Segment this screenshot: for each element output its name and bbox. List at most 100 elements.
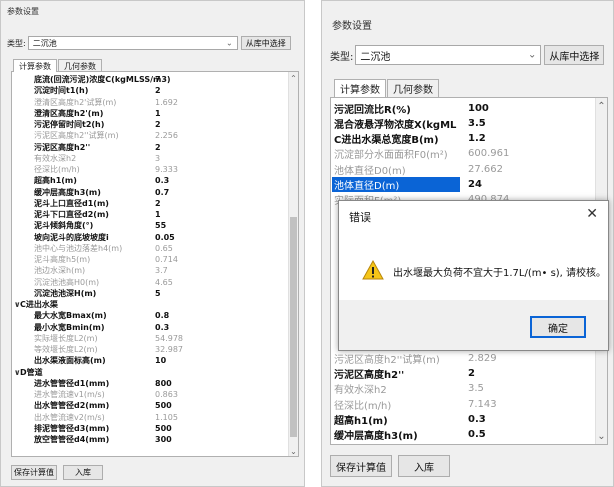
param-value[interactable]: 500 [155,401,172,410]
right-store-button[interactable]: 入库 [398,455,450,477]
param-value[interactable]: 2 [155,199,161,208]
param-value[interactable]: 800 [155,379,172,388]
param-row[interactable]: 缓冲层高度h3(m) 0.5 [331,427,607,442]
param-label: 进水管管径d1(mm) [34,378,110,388]
param-value[interactable]: 3.5 [468,118,486,129]
left-choose-from-library-button[interactable]: 从库中选择 [240,36,291,50]
param-row[interactable]: 污泥区高度h2''试算(m) 2.829 [331,351,607,366]
scroll-up-arrow-icon[interactable]: ⌃ [289,74,298,83]
param-row[interactable]: 有效水深h2 3.5 [331,381,607,396]
param-value[interactable]: 2 [468,368,475,379]
param-row[interactable]: 超高h1(m) 0.3 [331,412,607,427]
param-row[interactable]: 底流(回流污泥)浓度C(kgMLSS/m3) 7 [12,74,298,85]
right-tab-geometry[interactable]: 几何参数 [387,79,439,97]
param-value[interactable]: 0.3 [155,176,169,185]
param-row[interactable]: 进水管管径d1(mm) 800 [12,378,298,389]
param-row[interactable]: 污泥停留时间t2(h) 2 [12,119,298,130]
param-row[interactable]: 超高h1(m) 0.3 [12,175,298,186]
param-row[interactable]: 泥斗高度h5(m) 0.714 [12,254,298,265]
param-label: 泥斗高度h5(m) [34,255,91,265]
param-value[interactable]: 500 [155,424,172,433]
param-group-header[interactable]: ∨ D管道 [12,367,298,378]
param-value[interactable]: 1 [155,210,161,219]
param-row[interactable]: 进水管流速v1(m/s) 0.863 [12,389,298,400]
left-save-calc-button[interactable]: 保存计算值 [11,465,57,480]
right-choose-from-library-button[interactable]: 从库中选择 [544,45,605,65]
chevron-down-icon: ⌄ [226,38,233,48]
param-label: 泥斗上口直径d1(m) [34,198,109,208]
param-value[interactable]: 100 [468,103,489,114]
param-label: 等效堰长度L2(m) [34,345,98,355]
param-row[interactable]: 缓冲层高度h3(m) 0.7 [12,187,298,198]
param-row[interactable]: 污泥区高度h2'' 2 [331,366,607,381]
param-row[interactable]: 污泥区高度h2''试算(m) 2.256 [12,130,298,141]
scroll-down-arrow-icon[interactable]: ⌄ [289,447,298,456]
param-row[interactable]: C进出水渠总宽度B(m) 1.2 [331,131,607,146]
param-value[interactable]: 0.3 [468,414,486,425]
param-row[interactable]: 澄清区高度h2'(m) 1 [12,108,298,119]
param-value: 7.143 [468,399,497,411]
param-row[interactable]: 出水管流速v2(m/s) 1.105 [12,412,298,423]
param-value[interactable]: 2 [155,86,161,95]
param-row[interactable]: 泥斗倾斜角度(°) 55 [12,220,298,231]
param-row[interactable]: 池边水深h(m) 3.7 [12,265,298,276]
param-row[interactable]: 出水渠液面标高(m) 10 [12,355,298,366]
left-vertical-scrollbar[interactable]: ⌃ ⌄ [288,72,298,456]
param-value[interactable]: 0.8 [155,311,169,320]
param-row[interactable]: 池中心与池边落差h4(m) 0.65 [12,243,298,254]
param-row[interactable]: 最大水宽Bmax(m) 0.8 [12,310,298,321]
param-row[interactable]: 等效堰长度L2(m) 32.987 [12,344,298,355]
param-row[interactable]: 沉淀池池深H(m) 5 [12,288,298,299]
param-row[interactable]: 混合液悬浮物浓度X(kgML 3.5 [331,116,607,131]
param-value[interactable]: 7 [155,75,161,84]
param-row[interactable]: 澄清区高度h2'试算(m) 1.692 [12,97,298,108]
param-value[interactable]: 55 [155,221,166,230]
left-tab-calc[interactable]: 计算参数 [13,59,57,72]
param-label: 最大水宽Bmax(m) [34,311,107,321]
param-row[interactable]: 沉淀部分水面面积F0(m²) 600.961 [331,146,607,161]
close-icon[interactable]: ✕ [586,206,598,222]
param-row[interactable]: 泥斗下口直径d2(m) 1 [12,209,298,220]
param-row[interactable]: 出水管管径d2(mm) 500 [12,400,298,411]
param-value[interactable]: 24 [468,179,482,190]
param-label: 出水管管径d2(mm) [34,401,110,411]
right-type-select[interactable]: 二沉池 ⌄ [355,45,542,65]
param-value[interactable]: 10 [155,356,166,365]
left-scrollbar-thumb[interactable] [290,217,297,437]
param-row[interactable]: 排泥管管径d3(mm) 500 [12,423,298,434]
param-value[interactable]: 0.05 [155,233,175,242]
param-value[interactable]: 5 [155,289,161,298]
param-row[interactable]: 实际堰长度L2(m) 54.978 [12,333,298,344]
param-row[interactable]: 污泥区高度h2'' 2 [12,142,298,153]
param-value[interactable]: 2 [155,120,161,129]
ok-button[interactable]: 确定 [530,316,586,338]
param-row[interactable]: 最小水宽Bmin(m) 0.3 [12,322,298,333]
left-store-button[interactable]: 入库 [63,465,103,480]
param-row[interactable]: 池体直径D0(m) 27.662 [331,162,607,177]
param-row[interactable]: 放空管管径d4(mm) 300 [12,434,298,445]
param-row[interactable]: 径深比(m/h) 7.143 [331,397,607,412]
left-type-select[interactable]: 二沉池 ⌄ [27,36,238,50]
param-label: 放空管管径d4(mm) [34,435,110,445]
param-row[interactable]: 池体直径D(m) 24 [331,177,607,193]
param-value[interactable]: 1 [155,109,161,118]
param-value[interactable]: 0.3 [155,323,169,332]
param-value[interactable]: 1.2 [468,133,486,144]
param-row[interactable]: 泥斗上口直径d1(m) 2 [12,198,298,209]
left-param-window: 参数设置 类型: 二沉池 ⌄ 从库中选择 计算参数 几何参数 底流(回流污泥)浓… [0,0,305,487]
param-value[interactable]: 300 [155,435,172,444]
right-save-calc-button[interactable]: 保存计算值 [330,455,392,477]
param-group-header[interactable]: ∨ C进出水渠 [12,299,298,310]
param-value[interactable]: 0.7 [155,188,169,197]
param-row[interactable]: 污泥回流比R(%) 100 [331,101,607,116]
param-value[interactable]: 0.5 [468,429,486,440]
param-value[interactable]: 2 [155,143,161,152]
param-row[interactable]: 径深比(m/h) 9.333 [12,164,298,175]
scroll-down-arrow-icon[interactable]: ⌄ [596,431,607,442]
param-row[interactable]: 有效水深h2 3 [12,153,298,164]
param-row[interactable]: 坡向泥斗的底坡坡度i 0.05 [12,232,298,243]
scroll-up-arrow-icon[interactable]: ⌃ [596,101,607,112]
param-row[interactable]: 沉淀池池高H0(m) 4.65 [12,277,298,288]
param-row[interactable]: 沉淀时间t1(h) 2 [12,85,298,96]
right-tab-calc[interactable]: 计算参数 [334,79,386,97]
